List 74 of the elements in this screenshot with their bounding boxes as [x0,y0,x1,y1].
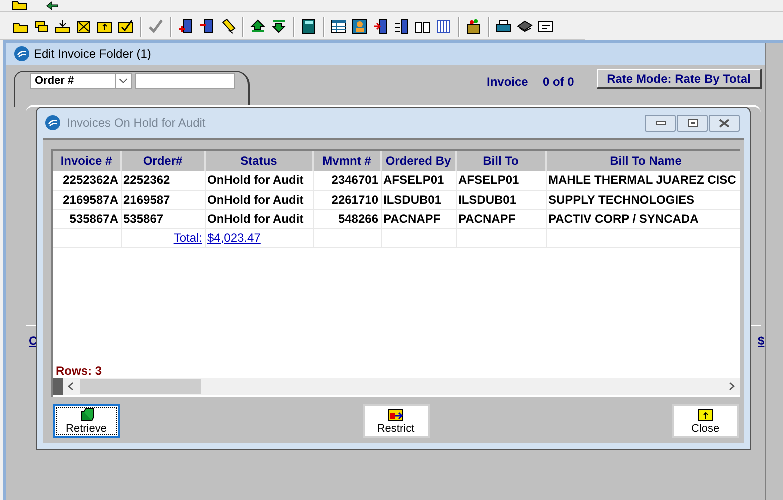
folder-up-icon [698,406,714,422]
tray-icon[interactable] [54,18,72,35]
scrollbar-thumb[interactable] [80,379,201,394]
invoice-label: Invoice [487,74,528,91]
app-logo-icon [14,46,30,62]
person-card-icon[interactable] [351,18,369,35]
folder-cross-icon[interactable] [75,18,93,35]
close-icon [719,118,730,128]
calculator-icon[interactable] [300,18,318,35]
table-cell: 2261710 [313,190,381,209]
column-header[interactable]: Order# [121,151,205,171]
down-arrow-icon[interactable] [270,18,288,35]
close-button[interactable] [709,114,740,132]
window-title: Edit Invoice Folder (1) [34,46,152,63]
table-cell: SUPPLY TECHNOLOGIES [546,190,740,209]
column-header[interactable]: Invoice # [53,151,121,171]
column-header[interactable]: Ordered By [381,151,456,171]
folder-icon[interactable] [12,1,28,11]
table-cell: 2169587 [121,190,205,209]
search-field[interactable] [135,73,235,89]
column-header[interactable]: Bill To [456,151,546,171]
minimize-button[interactable] [645,114,676,132]
check-icon[interactable] [147,18,165,35]
table-cell: 2169587A [53,190,121,209]
total-value[interactable]: $4,023.47 [208,230,261,244]
table-cell: MAHLE THERMAL JUAREZ CISC [546,171,740,190]
table-cell: 2252362A [53,171,121,190]
table-cell: OnHold for Audit [205,171,313,190]
restrict-button[interactable]: Restrict [362,404,430,438]
close-button[interactable]: Close [672,404,739,438]
link[interactable]: $ [758,332,765,350]
binder-icon[interactable] [435,18,453,35]
column-header[interactable]: Bill To Name [546,151,740,171]
table-cell: 2252362 [121,171,205,190]
table-cell: PACTIV CORP / SYNCADA [546,209,740,228]
table-cell: AFSELP01 [381,171,456,190]
printer-icon[interactable] [495,18,513,35]
table-cell: 535867 [121,209,205,228]
retrieve-button[interactable]: Retrieve [53,404,120,438]
rate-mode-button[interactable]: Rate Mode: Rate By Total [597,69,762,89]
dialog-title: Invoices On Hold for Audit [67,115,206,132]
app-logo-icon [45,115,61,131]
box-icon[interactable] [465,18,483,35]
table-cell: PACNAPF [456,209,546,228]
row-count: Rows: 3 [55,363,104,378]
table-cell: 2346701 [313,171,381,190]
table-cell: ILSDUB01 [456,190,546,209]
column-header[interactable]: Status [205,151,313,171]
list-move-icon[interactable] [393,18,411,35]
table-icon[interactable] [330,18,348,35]
table-cell: OnHold for Audit [205,190,313,209]
scrollbar-corner [53,378,63,395]
invoice-count: 0 of 0 [543,74,574,91]
total-label[interactable]: Total: [174,230,202,244]
arrow-icon[interactable] [44,1,60,11]
list-add-icon[interactable] [177,18,195,35]
table-cell: 535867A [53,209,121,228]
envelope-icon[interactable] [537,18,555,35]
folder-check-icon[interactable] [117,18,135,35]
table-cell: 548266 [313,209,381,228]
table-cell: ILSDUB01 [381,190,456,209]
horizontal-scrollbar[interactable] [53,378,740,395]
list-insert-icon[interactable] [198,18,216,35]
table-cell: AFSELP01 [456,171,546,190]
stacked-folders-icon[interactable] [33,18,51,35]
columns-icon[interactable] [372,18,390,35]
maximize-icon [688,119,698,127]
minimize-icon [656,120,666,126]
table-cell: OnHold for Audit [205,209,313,228]
maximize-button[interactable] [677,114,708,132]
up-arrow-icon[interactable] [249,18,267,35]
search-by-dropdown[interactable]: Order # [30,73,132,89]
table-cell: PACNAPF [381,209,456,228]
column-header[interactable]: Mvmnt # [313,151,381,171]
